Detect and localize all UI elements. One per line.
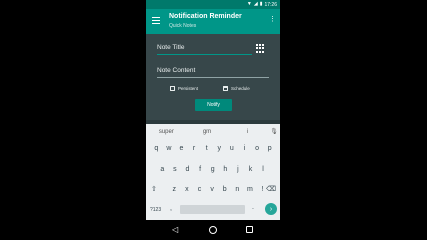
suggestion-item[interactable]: gm — [187, 129, 228, 135]
key[interactable]: o — [251, 142, 264, 152]
note-title-input[interactable]: Note Title — [157, 44, 184, 51]
persistent-checkbox[interactable]: Persistent — [170, 86, 198, 91]
recents-nav-icon[interactable] — [246, 226, 253, 233]
back-nav-icon[interactable]: ◁ — [172, 226, 178, 234]
key[interactable]: p — [263, 142, 276, 152]
key[interactable]: f — [194, 163, 207, 173]
schedule-toggle[interactable]: Schedule — [223, 86, 250, 91]
key[interactable]: y — [213, 142, 226, 152]
suggestion-strip: super gm i 🎙 — [146, 124, 280, 139]
persistent-label: Persistent — [178, 86, 199, 91]
grid-apps-icon[interactable] — [256, 44, 265, 53]
schedule-label: Schedule — [231, 86, 250, 91]
microphone-icon[interactable]: 🎙 — [268, 128, 280, 135]
key[interactable]: u — [226, 142, 239, 152]
network-icon: ◢ — [253, 1, 258, 7]
key[interactable]: j — [232, 163, 245, 173]
key[interactable]: t — [200, 142, 213, 152]
key[interactable]: w — [163, 142, 176, 152]
signal-icon: ▼ — [246, 1, 252, 7]
notify-button[interactable]: Notify — [195, 99, 232, 111]
key[interactable]: z — [168, 183, 181, 193]
key[interactable]: v — [206, 183, 219, 193]
key-row-1: q w e r t y u i o p — [150, 142, 276, 152]
hamburger-menu-icon[interactable] — [152, 17, 160, 24]
key[interactable]: m — [244, 183, 257, 193]
calendar-icon — [223, 86, 228, 91]
note-content-underline — [157, 77, 269, 78]
key[interactable]: b — [218, 183, 231, 193]
home-nav-icon[interactable] — [209, 226, 217, 234]
app-title: Notification Reminder — [169, 13, 242, 20]
key[interactable]: c — [193, 183, 206, 193]
key[interactable]: e — [175, 142, 188, 152]
key[interactable]: l — [257, 163, 270, 173]
phone-screen: ▼ ◢ ▮ 17:26 Notification Reminder Quick … — [146, 0, 280, 240]
key[interactable]: d — [181, 163, 194, 173]
backspace-key-icon[interactable]: ⌫ — [266, 185, 276, 193]
key[interactable]: n — [231, 183, 244, 193]
period-key[interactable]: . — [252, 204, 254, 211]
suggestion-item[interactable]: super — [146, 129, 187, 135]
space-key[interactable] — [180, 205, 245, 214]
enter-key-icon[interactable]: › — [265, 203, 277, 215]
app-subtitle: Quick Notes — [169, 23, 197, 29]
app-bar: Notification Reminder Quick Notes ⋮ — [146, 9, 280, 34]
key[interactable]: g — [206, 163, 219, 173]
key[interactable]: r — [188, 142, 201, 152]
overflow-menu-icon[interactable]: ⋮ — [269, 16, 276, 23]
note-content-input[interactable]: Note Content — [157, 67, 195, 74]
checkbox-icon — [170, 86, 175, 91]
status-time: 17:26 — [264, 1, 277, 8]
key-row-2: a s d f g h j k l — [156, 163, 269, 173]
soft-keyboard: super gm i 🎙 q w e r t y u i o p a s d f… — [146, 124, 280, 220]
suggestion-item[interactable]: i — [227, 129, 268, 135]
key-row-3: z x c v b n m ! — [168, 183, 269, 193]
key[interactable]: k — [244, 163, 257, 173]
shift-key-icon[interactable]: ⇧ — [151, 185, 157, 193]
key[interactable]: h — [219, 163, 232, 173]
system-nav-bar: ◁ — [146, 220, 280, 240]
key[interactable]: x — [181, 183, 194, 193]
status-bar: ▼ ◢ ▮ 17:26 — [146, 0, 280, 9]
note-title-underline — [157, 54, 252, 55]
comma-key[interactable]: , — [170, 205, 172, 212]
numbers-key[interactable]: ?123 — [150, 207, 161, 213]
battery-icon: ▮ — [259, 1, 263, 7]
key[interactable]: i — [238, 142, 251, 152]
key[interactable]: q — [150, 142, 163, 152]
key[interactable]: s — [169, 163, 182, 173]
key[interactable]: a — [156, 163, 169, 173]
